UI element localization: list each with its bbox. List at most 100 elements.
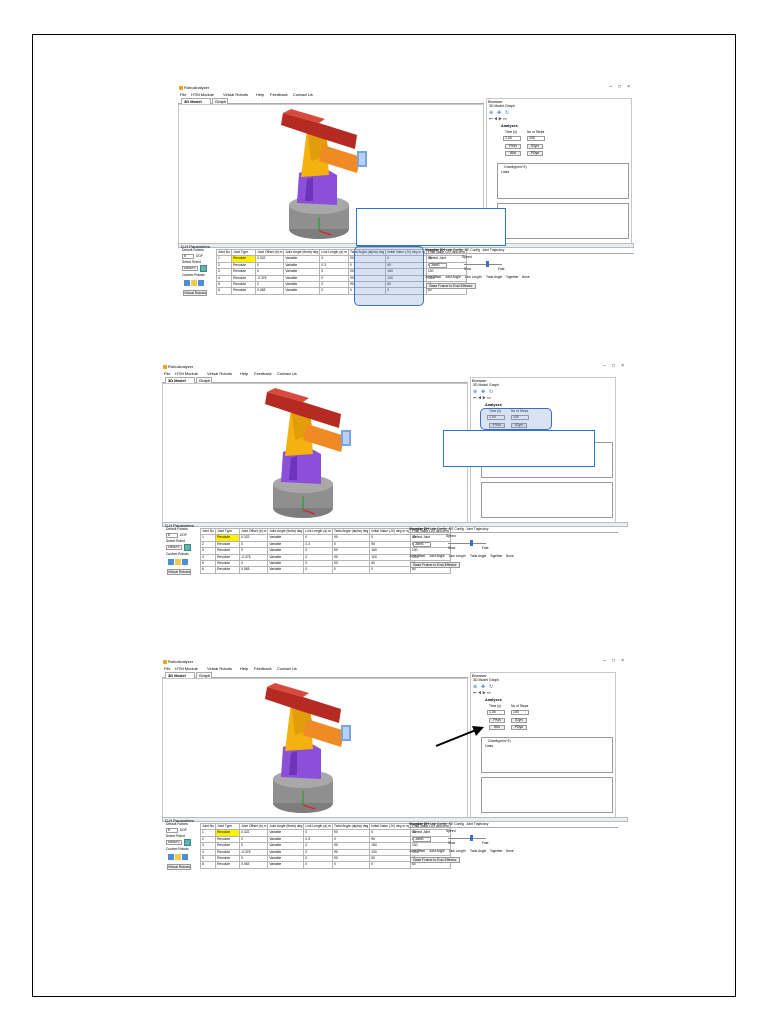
dh-cell[interactable]: 0 [319, 287, 349, 295]
menu-file[interactable]: File [164, 667, 170, 671]
robot-select[interactable]: KR5ETC [182, 266, 198, 271]
option-together[interactable]: Together [506, 275, 518, 279]
menu-htm-module[interactable]: HTM Module [175, 372, 198, 376]
save-robot-icon[interactable] [168, 854, 174, 860]
virtual-robots-button[interactable]: Virtual Robots [167, 864, 191, 870]
tab-visualize-dh[interactable]: Visualize DH [409, 527, 429, 531]
playback-controls-icon[interactable]: ⏮ ◀ ▶ ⏭ [489, 117, 507, 121]
menu-virtual-robots[interactable]: Virtual Robots [207, 372, 232, 376]
browser-tab-graph[interactable]: Graph [505, 104, 515, 109]
load-robot-icon[interactable] [184, 839, 191, 846]
menu-virtual-robots[interactable]: Virtual Robots [207, 667, 232, 671]
dh-cell[interactable]: Revolute [231, 287, 257, 295]
dh-cell[interactable]: Revolute [215, 566, 241, 574]
browser-tab-graph[interactable]: Graph [489, 383, 499, 388]
tab-visualize-dh[interactable]: Visualize DH [409, 822, 429, 826]
browser-tab-3d-model[interactable]: 3D Model [473, 678, 488, 683]
fdyn-button[interactable]: FDyn [527, 151, 543, 156]
speed-slider-track[interactable] [448, 838, 486, 839]
time-input[interactable]: 1.00 [487, 710, 505, 715]
tree-item-links[interactable]: Links [501, 170, 509, 175]
option-joint-offset[interactable]: Joint Offset [409, 554, 425, 558]
maximize-button[interactable]: □ [618, 85, 621, 90]
option-joint-angle[interactable]: Joint Angle [429, 554, 445, 558]
idyn-button[interactable]: IDyn [527, 144, 543, 149]
speed-slider-track[interactable] [464, 264, 502, 265]
base-frame-button[interactable]: Base Frame to End-Effector [426, 283, 476, 289]
browser-tab-graph[interactable]: Graph [489, 678, 499, 683]
menu-virtual-robots[interactable]: Virtual Robots [223, 93, 248, 97]
tree-item-gravity[interactable]: Gravity(m/s^2) [504, 165, 527, 170]
tab-joint-trajectory[interactable]: Joint Trajectory [466, 822, 488, 826]
menu-help[interactable]: Help [240, 372, 248, 376]
dh-cell[interactable]: 0 [369, 566, 411, 574]
menu-help[interactable]: Help [240, 667, 248, 671]
option-together[interactable]: Together [490, 554, 502, 558]
playback-controls-icon[interactable]: ⏮ ◀ ▶ ⏭ [473, 691, 491, 695]
joint-select[interactable]: Joint1 [413, 837, 431, 842]
dof-select[interactable]: 6 [166, 533, 178, 538]
open-robot-icon[interactable] [175, 854, 181, 860]
ikin-button[interactable]: IKin [505, 151, 521, 156]
option-twist-angle[interactable]: Twist Angle [486, 275, 502, 279]
steps-input[interactable]: 100 [511, 710, 529, 715]
dh-cell[interactable]: Variable [267, 861, 305, 869]
browser-tab-3d-model[interactable]: 3D Model [489, 104, 504, 109]
menu-htm-module[interactable]: HTM Module [191, 93, 214, 97]
dh-cell[interactable]: 6 [215, 287, 233, 295]
dof-select[interactable]: 6 [182, 254, 194, 259]
dh-cell[interactable]: 0 [369, 861, 411, 869]
option-none[interactable]: None [522, 275, 530, 279]
option-joint-offset[interactable]: Joint Offset [425, 275, 441, 279]
fdyn-button[interactable]: FDyn [511, 725, 527, 730]
export-robot-icon[interactable] [198, 280, 204, 286]
menu-file[interactable]: File [180, 93, 186, 97]
save-robot-icon[interactable] [168, 559, 174, 565]
speed-slider-thumb[interactable] [470, 835, 473, 841]
menu-feedback[interactable]: Feedback [254, 372, 272, 376]
open-robot-icon[interactable] [175, 559, 181, 565]
menu-feedback[interactable]: Feedback [254, 667, 272, 671]
option-together[interactable]: Together [490, 849, 502, 853]
base-frame-button[interactable]: Base Frame to End-Effector [410, 562, 460, 568]
dof-select[interactable]: 6 [166, 828, 178, 833]
tab-ee-config[interactable]: EE Config [449, 527, 464, 531]
export-robot-icon[interactable] [182, 854, 188, 860]
dh-cell[interactable]: 0 [303, 861, 333, 869]
menu-contact-us[interactable]: Contact Us [293, 93, 313, 97]
menu-htm-module[interactable]: HTM Module [175, 667, 198, 671]
option-link-length[interactable]: Link Length [449, 554, 465, 558]
joint-select[interactable]: Joint1 [413, 542, 431, 547]
menu-file[interactable]: File [164, 372, 170, 376]
option-none[interactable]: None [506, 849, 514, 853]
tab-joint-trajectory[interactable]: Joint Trajectory [466, 527, 488, 531]
export-robot-icon[interactable] [182, 559, 188, 565]
maximize-button[interactable]: □ [612, 659, 615, 664]
browser-tab-3d-model[interactable]: 3D Model [473, 383, 488, 388]
menu-help[interactable]: Help [256, 93, 264, 97]
base-frame-button[interactable]: Base Frame to End-Effector [410, 857, 460, 863]
speed-slider-thumb[interactable] [470, 540, 473, 546]
dh-cell[interactable]: 0.063 [255, 287, 285, 295]
tab-ee-config[interactable]: EE Config [449, 822, 464, 826]
dh-cell[interactable]: 0 [331, 861, 371, 869]
idyn-button[interactable]: IDyn [511, 718, 527, 723]
tab-link-config[interactable]: Link Config [430, 527, 447, 531]
minimize-button[interactable]: – [609, 85, 612, 90]
dh-cell[interactable]: 0.063 [239, 861, 269, 869]
dh-cell[interactable]: 0.063 [239, 566, 269, 574]
option-twist-angle[interactable]: Twist Angle [470, 554, 486, 558]
tab-link-config[interactable]: Link Config [430, 822, 447, 826]
minimize-button[interactable]: – [603, 364, 606, 369]
close-button[interactable]: × [621, 659, 624, 664]
virtual-robots-button[interactable]: Virtual Robots [167, 569, 191, 575]
option-joint-offset[interactable]: Joint Offset [409, 849, 425, 853]
virtual-robots-button[interactable]: Virtual Robots [183, 290, 207, 296]
dh-cell[interactable]: Variable [267, 566, 305, 574]
save-robot-icon[interactable] [184, 280, 190, 286]
dh-cell[interactable]: 0 [331, 566, 371, 574]
close-button[interactable]: × [627, 85, 630, 90]
option-none[interactable]: None [506, 554, 514, 558]
close-button[interactable]: × [621, 364, 624, 369]
tab-link-config[interactable]: Link Config [446, 248, 463, 252]
